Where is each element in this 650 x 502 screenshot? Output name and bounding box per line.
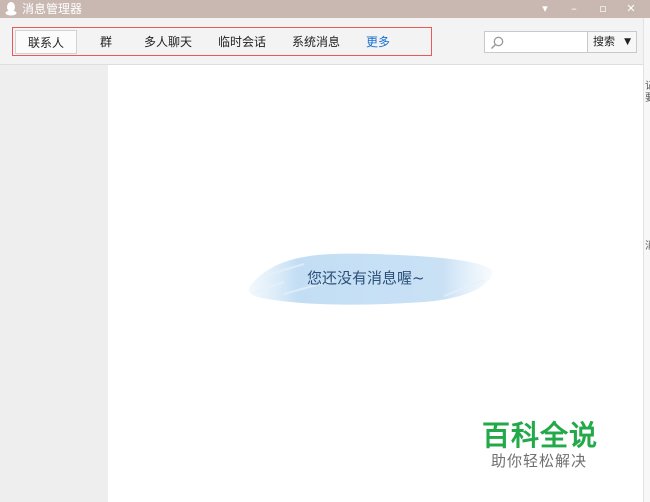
search-button[interactable]: 搜索 ▼ bbox=[587, 31, 637, 53]
title-bar: 消息管理器 ▾ – ▫ ✕ bbox=[0, 0, 650, 18]
tab-temp-session[interactable]: 临时会话 bbox=[212, 30, 272, 54]
minimize-button[interactable]: – bbox=[561, 0, 587, 18]
tab-more[interactable]: 更多 bbox=[360, 30, 396, 54]
contact-list-sidebar[interactable] bbox=[0, 65, 108, 502]
search-dropdown-arrow-icon[interactable]: ▼ bbox=[624, 32, 631, 52]
close-button[interactable]: ✕ bbox=[618, 0, 644, 18]
search-box[interactable] bbox=[484, 31, 589, 53]
edge-fragment: 消 bbox=[645, 242, 650, 252]
toolbar: 联系人 群 多人聊天 临时会话 系统消息 更多 搜索 ▼ bbox=[0, 18, 643, 65]
tab-contacts[interactable]: 联系人 bbox=[15, 30, 77, 54]
tab-multi-chat[interactable]: 多人聊天 bbox=[138, 30, 198, 54]
adjacent-window-edge: 记 要 消 bbox=[643, 18, 650, 502]
watermark-subtitle: 助你轻松解决 bbox=[491, 452, 588, 470]
search-button-label: 搜索 bbox=[593, 35, 615, 48]
window-title: 消息管理器 bbox=[22, 2, 83, 16]
tab-system-messages[interactable]: 系统消息 bbox=[286, 30, 346, 54]
edge-fragment: 记 bbox=[645, 82, 650, 92]
qq-penguin-icon bbox=[5, 2, 17, 16]
tab-groups[interactable]: 群 bbox=[92, 30, 120, 54]
watermark-title: 百科全说 bbox=[482, 419, 599, 452]
search-icon bbox=[490, 36, 504, 50]
maximize-button[interactable]: ▫ bbox=[590, 0, 616, 18]
search-input[interactable] bbox=[507, 34, 589, 52]
dropdown-button[interactable]: ▾ bbox=[532, 0, 558, 18]
edge-fragment: 要 bbox=[645, 94, 650, 104]
empty-state-message: 您还没有消息喔~ bbox=[307, 269, 425, 287]
